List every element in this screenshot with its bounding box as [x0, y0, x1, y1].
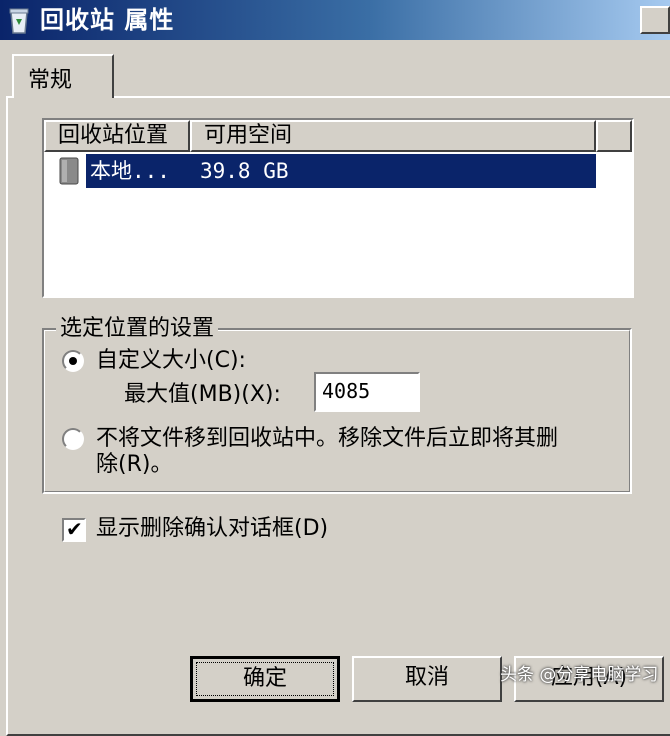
close-button[interactable] [640, 6, 670, 34]
ok-button-label: 确定 [196, 662, 334, 696]
max-size-label: 最大值(MB)(X): [124, 382, 281, 407]
column-header-location[interactable]: 回收站位置 [44, 120, 190, 152]
delete-immediately-label-line2[interactable]: 除(R)。 [96, 450, 172, 480]
ok-button[interactable]: 确定 [190, 656, 340, 702]
delete-immediately-radio[interactable] [62, 428, 84, 450]
tab-general-label: 常规 [28, 68, 73, 93]
column-header-free-space[interactable]: 可用空间 [190, 120, 596, 152]
drive-icon [59, 157, 79, 185]
list-item-free-space: 39.8 GB [200, 159, 289, 183]
column-header-empty [596, 120, 632, 152]
tab-general[interactable]: 常规 [12, 54, 114, 98]
custom-size-label[interactable]: 自定义大小(C): [96, 346, 246, 376]
watermark-text: 头条 @分享电脑学习 [500, 665, 659, 685]
recycle-bin-icon [9, 8, 29, 34]
checkmark-icon: ✔ [66, 517, 83, 541]
list-item[interactable]: 本地... 39.8 GB [86, 154, 596, 188]
window-title: 回收站 属性 [40, 6, 175, 34]
location-list[interactable]: 回收站位置 可用空间 本地... 39.8 GB [42, 118, 634, 298]
radio-selected-dot [69, 357, 77, 365]
list-item-location: 本地... [90, 159, 170, 183]
custom-size-radio[interactable] [62, 350, 84, 372]
title-bar[interactable]: 回收站 属性 [0, 0, 670, 40]
max-size-input[interactable]: 4085 [314, 372, 420, 412]
cancel-button[interactable]: 取消 [352, 656, 502, 702]
confirm-dialog-label[interactable]: 显示删除确认对话框(D) [96, 514, 328, 544]
list-header: 回收站位置 可用空间 [44, 120, 632, 152]
settings-group-title: 选定位置的设置 [56, 314, 219, 344]
confirm-dialog-checkbox[interactable]: ✔ [62, 518, 86, 542]
